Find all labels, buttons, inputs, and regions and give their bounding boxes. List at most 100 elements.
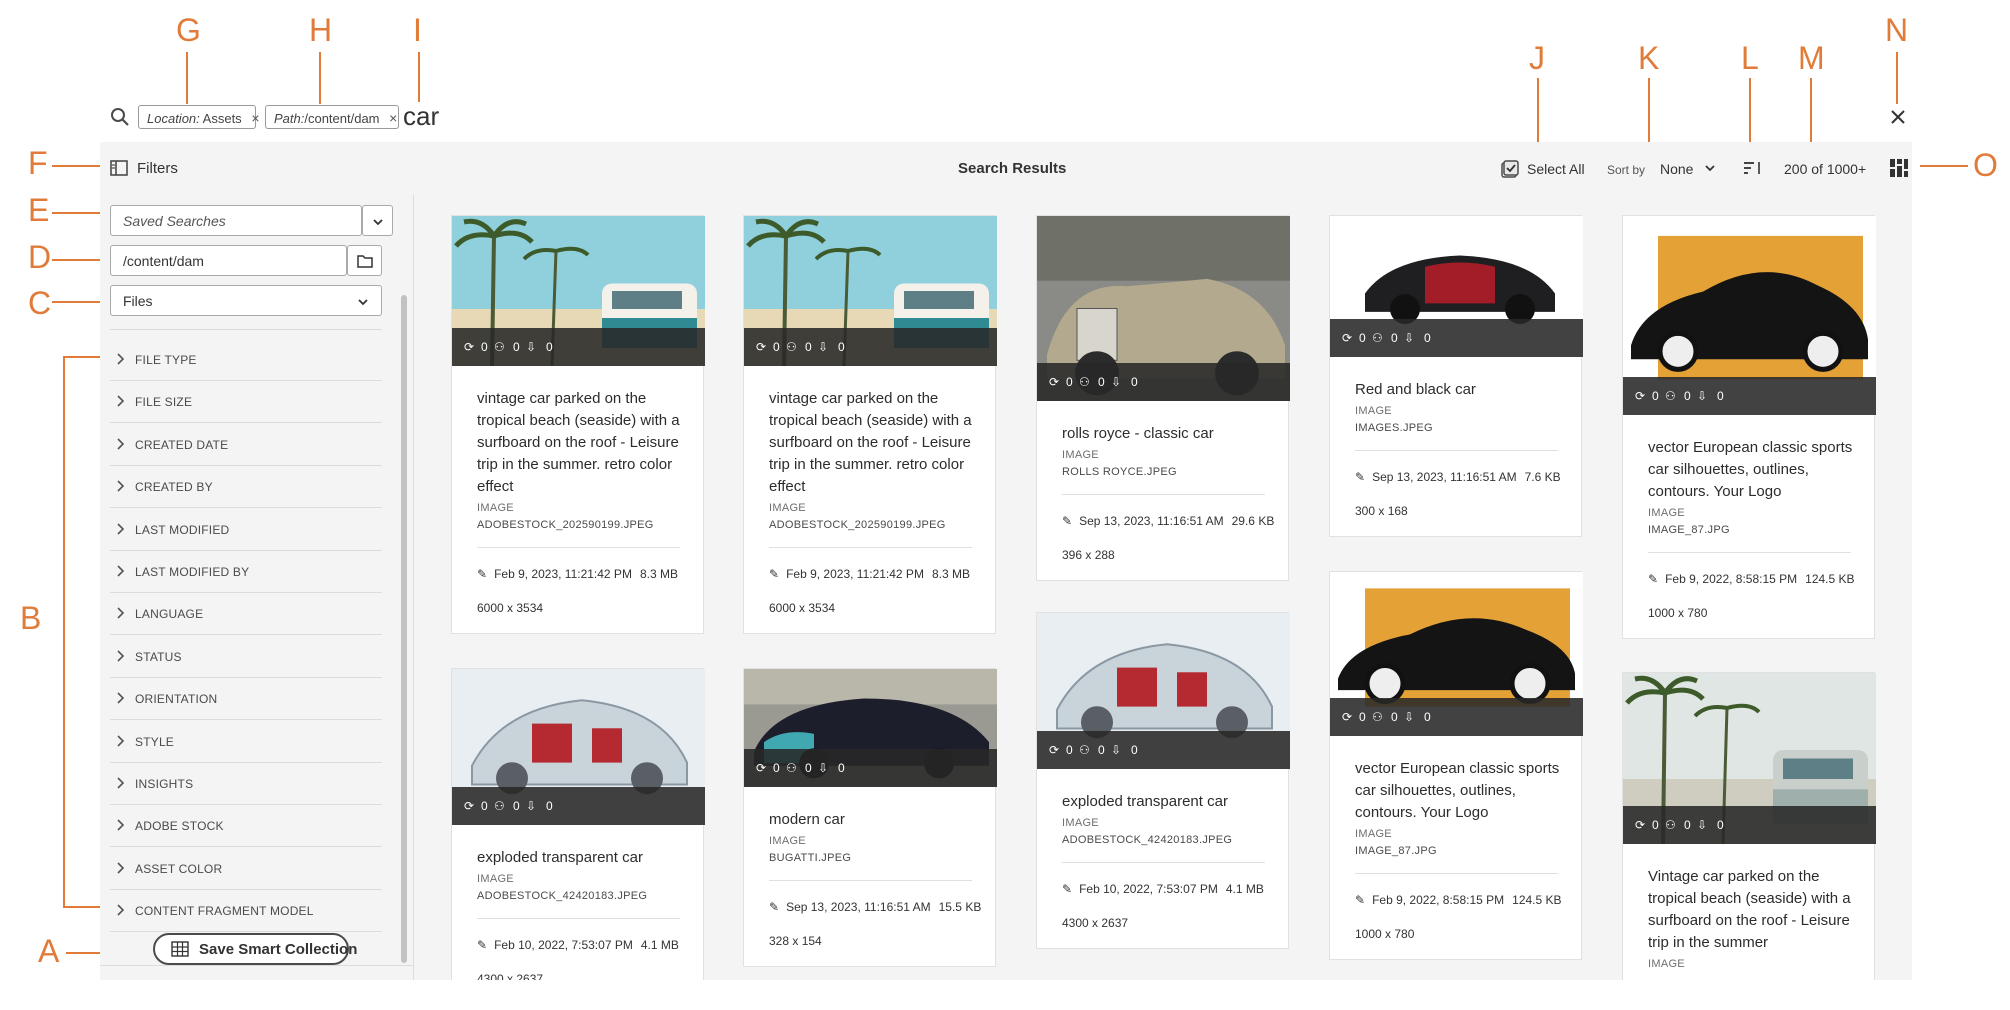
facet-created-by[interactable]: CREATED BY	[110, 466, 382, 509]
sort-direction-icon[interactable]	[1743, 160, 1763, 181]
facet-style[interactable]: STYLE	[110, 721, 382, 763]
asset-card[interactable]: ⟳ 0 ⚇ 0 ⇩ 0 vintage car parked on the tropical …	[743, 215, 997, 634]
search-query-input[interactable]: car	[403, 101, 439, 132]
filters-label[interactable]: Filters	[137, 160, 178, 177]
facet-language[interactable]: LANGUAGE	[110, 593, 382, 636]
asset-stats-bar: ⟳ 0 ⚇ 0 ⇩ 0	[1623, 377, 1876, 415]
facet-file-size[interactable]: FILE SIZE	[110, 381, 382, 424]
sort-by-label: Sort by	[1607, 163, 1646, 177]
asset-modified: ✎ Sep 13, 2023, 11:16:51 AM 29.6 KB	[1062, 514, 1274, 528]
search-results-app: Filters Search Results Select All Sort b…	[100, 142, 1912, 980]
callout-d: D	[28, 239, 52, 275]
facet-adobe-stock[interactable]: ADOBE STOCK	[110, 805, 382, 848]
sort-by-dropdown[interactable]: None	[1660, 161, 1693, 177]
refresh-icon: ⟳	[756, 761, 767, 775]
select-all-icon[interactable]	[1501, 160, 1519, 183]
asset-filename: ADOBESTOCK_202590199.JPEG	[477, 519, 654, 531]
chevron-down-icon	[357, 295, 369, 312]
asset-size: 8.3 MB	[931, 567, 970, 581]
facet-created-date[interactable]: CREATED DATE	[110, 424, 382, 466]
file-type-select[interactable]: Files	[110, 285, 382, 316]
asset-card[interactable]: ⟳ 0 ⚇ 0 ⇩ 0 vector European classic sports car …	[1622, 215, 1876, 639]
asset-title-line: effect	[769, 478, 806, 495]
asset-size: 4.1 MB	[640, 938, 679, 952]
asset-title-line: car silhouettes, outlines,	[1355, 782, 1516, 799]
filter-rail: Saved Searches /content/dam Files FILE T…	[100, 195, 414, 980]
download-icon: ⇩	[1111, 375, 1122, 389]
location-chip-key: Location:	[147, 111, 200, 126]
asset-card[interactable]: ⟳ 0 ⚇ 0 ⇩ 0 rolls royce - classic car IMAGE ROLL…	[1036, 215, 1290, 581]
results-grid: ⟳ 0 ⚇ 0 ⇩ 0 vintage car parked on the tropical …	[414, 195, 1912, 980]
asset-card[interactable]: ⟳ 0 ⚇ 0 ⇩ 0 vector European classic sports car …	[1329, 571, 1583, 960]
path-chip-key: Path:	[274, 111, 305, 126]
chevron-right-icon	[116, 903, 126, 917]
save-smart-collection-button[interactable]: Save Smart Collection	[153, 933, 357, 965]
asset-card[interactable]: ⟳ 0 ⚇ 0 ⇩ 0 Vintage car parked on the tropical …	[1622, 672, 1876, 980]
card-view-icon[interactable]	[1890, 159, 1908, 182]
facet-last-modified-by[interactable]: LAST MODIFIED BY	[110, 551, 382, 593]
saved-searches-dropdown[interactable]: Saved Searches	[110, 205, 362, 236]
facet-last-modified[interactable]: LAST MODIFIED	[110, 509, 382, 551]
remove-path-chip-icon[interactable]: ×	[389, 110, 397, 126]
pencil-icon: ✎	[477, 938, 488, 952]
facet-asset-color[interactable]: ASSET COLOR	[110, 848, 382, 890]
search-icon[interactable]	[110, 107, 130, 132]
stat-views: 0	[481, 340, 488, 354]
asset-modified: ✎ Feb 9, 2023, 11:21:42 PM 8.3 MB	[769, 567, 970, 581]
asset-size: 15.5 KB	[938, 900, 982, 914]
location-chip[interactable]: Location: Assets ×	[138, 105, 260, 129]
remove-location-chip-icon[interactable]: ×	[251, 110, 259, 126]
asset-filename: IMAGES.JPEG	[1355, 422, 1433, 434]
asset-card[interactable]: ⟳ 0 ⚇ 0 ⇩ 0 Red and black car IMAGE IMAGES.JPEG ✎…	[1329, 215, 1583, 537]
results-count: 200 of 1000+	[1784, 161, 1867, 177]
asset-title-line: rolls royce - classic car	[1062, 425, 1214, 442]
card-divider	[1062, 494, 1265, 495]
saved-searches-toggle[interactable]	[362, 205, 393, 236]
asset-stats-bar: ⟳ 0 ⚇ 0 ⇩ 0	[744, 749, 997, 787]
asset-title-line: trip in the summer. retro color	[477, 456, 673, 473]
asset-dimensions: 328 x 154	[769, 934, 822, 948]
grid-icon	[171, 941, 189, 961]
asset-stats-bar: ⟳ 0 ⚇ 0 ⇩ 0	[1330, 319, 1583, 357]
facet-label: CREATED DATE	[135, 437, 229, 452]
asset-type: IMAGE	[1648, 958, 1685, 970]
facet-content-fragment-model[interactable]: CONTENT FRAGMENT MODEL	[110, 890, 382, 933]
asset-stats-bar: ⟳ 0 ⚇ 0 ⇩ 0	[1037, 731, 1290, 769]
stat-downloads: 0	[546, 799, 553, 813]
asset-dimensions: 396 x 288	[1062, 548, 1115, 562]
facet-orientation[interactable]: ORIENTATION	[110, 678, 382, 721]
card-divider	[1062, 862, 1265, 863]
chevron-down-icon[interactable]	[1704, 161, 1716, 179]
asset-card[interactable]: ⟳ 0 ⚇ 0 ⇩ 0 vintage car parked on the tropical …	[451, 215, 705, 634]
asset-size: 7.6 KB	[1524, 470, 1561, 484]
rail-scrollbar[interactable]	[401, 295, 407, 963]
path-field[interactable]: /content/dam	[110, 245, 347, 276]
pencil-icon: ✎	[769, 900, 780, 914]
path-browser-button[interactable]	[347, 245, 382, 276]
people-icon: ⚇	[494, 340, 505, 354]
asset-modified-date: Sep 13, 2023, 11:16:51 AM	[1079, 514, 1224, 528]
people-icon: ⚇	[1079, 743, 1090, 757]
facet-file-type[interactable]: FILE TYPE	[110, 339, 382, 381]
chevron-right-icon	[116, 606, 126, 620]
asset-card[interactable]: ⟳ 0 ⚇ 0 ⇩ 0 modern car IMAGE BUGATTI.JPEG ✎ Sep 13…	[743, 668, 997, 967]
filters-toggle-button[interactable]	[110, 160, 128, 181]
facet-label: STYLE	[135, 734, 175, 749]
asset-card[interactable]: ⟳ 0 ⚇ 0 ⇩ 0 exploded transparent car IMAGE ADOBE…	[451, 668, 705, 980]
asset-size: 124.5 KB	[1805, 572, 1855, 586]
facet-status[interactable]: STATUS	[110, 636, 382, 678]
stat-downloads: 0	[1424, 331, 1431, 345]
people-icon: ⚇	[494, 799, 505, 813]
asset-modified-date: Feb 9, 2023, 11:21:42 PM	[494, 567, 632, 581]
download-icon: ⇩	[1404, 331, 1415, 345]
asset-modified: ✎ Sep 13, 2023, 11:16:51 AM 7.6 KB	[1355, 470, 1561, 484]
stat-downloads: 0	[1131, 375, 1138, 389]
people-icon: ⚇	[1372, 710, 1383, 724]
path-chip[interactable]: Path:/content/dam ×	[265, 105, 399, 129]
facet-insights[interactable]: INSIGHTS	[110, 763, 382, 805]
asset-card[interactable]: ⟳ 0 ⚇ 0 ⇩ 0 exploded transparent car IMAGE ADOBE…	[1036, 612, 1290, 949]
asset-modified: ✎ Feb 9, 2023, 11:21:42 PM 8.3 MB	[477, 567, 678, 581]
select-all-button[interactable]: Select All	[1527, 161, 1585, 177]
asset-dimensions: 4300 x 2637	[1062, 916, 1129, 930]
close-icon[interactable]	[1890, 109, 1906, 130]
